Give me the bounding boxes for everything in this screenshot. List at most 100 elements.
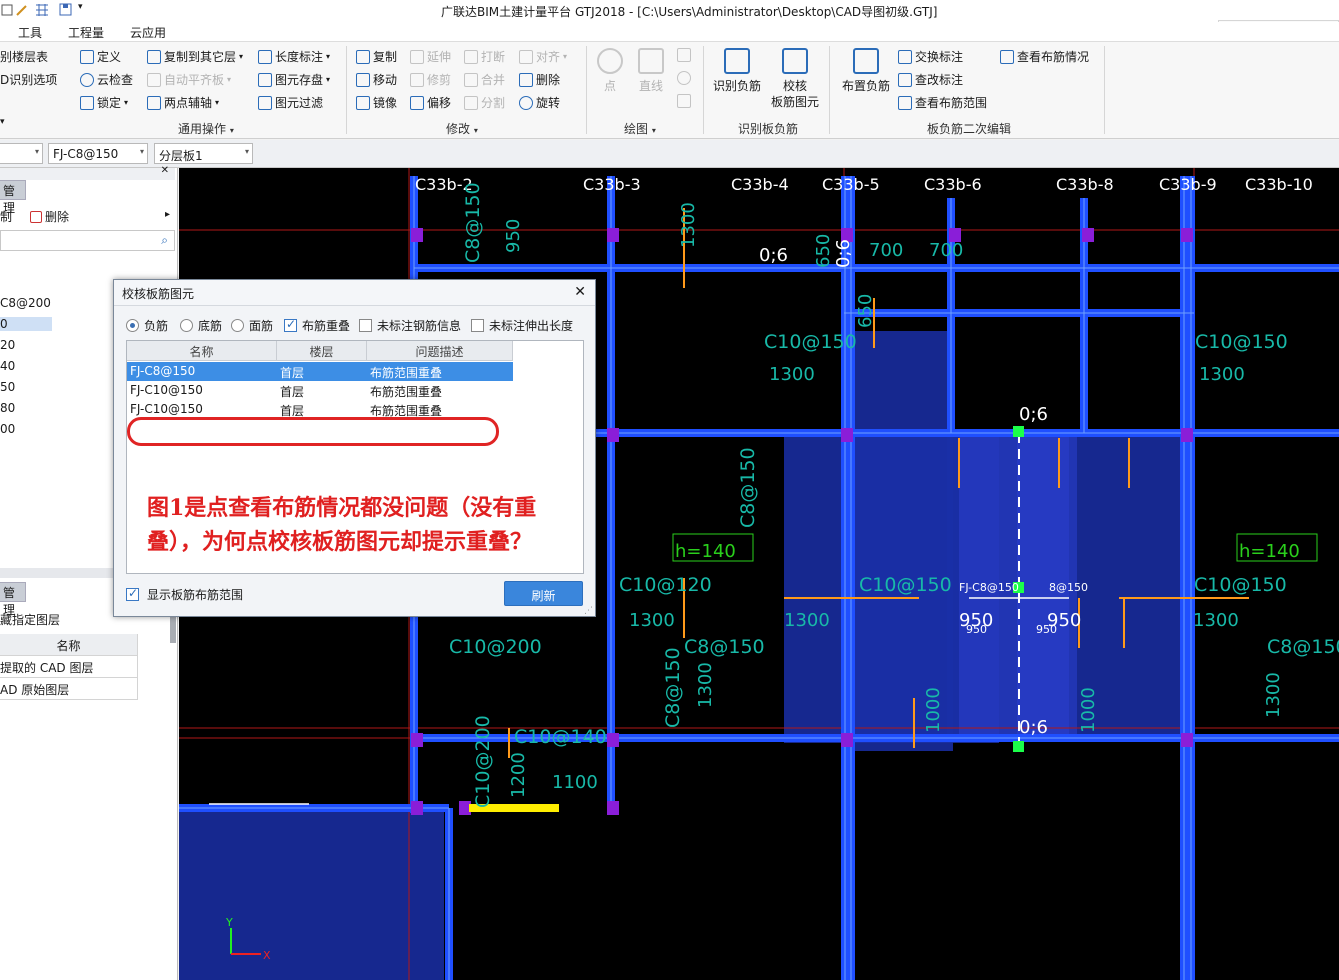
offset-button[interactable]: 偏移: [410, 94, 451, 111]
modify-group-label[interactable]: 修改 ▾: [446, 120, 478, 137]
construction-list-tab[interactable]: 管理: [0, 180, 26, 215]
pencil-icon[interactable]: [14, 2, 30, 18]
copy-construction-label: 制: [0, 210, 13, 224]
refresh-button[interactable]: 刷新: [504, 581, 583, 606]
grid-icon[interactable]: [34, 2, 50, 18]
layer-grid-row[interactable]: 提取的 CAD 图层: [0, 656, 138, 678]
cad-label: 700: [929, 240, 963, 261]
bottom-radio[interactable]: 底筋: [180, 317, 222, 334]
table-row[interactable]: FJ-C8@150 首层 布筋范围重叠: [127, 362, 513, 381]
define-button[interactable]: 定义: [80, 48, 121, 65]
cad-label: 950: [1036, 623, 1057, 636]
column-header-name[interactable]: 名称: [127, 341, 277, 361]
auto-level-button[interactable]: 自动平齐板 ▾: [147, 71, 231, 88]
break-button[interactable]: 打断: [464, 48, 505, 65]
place-neg-button[interactable]: 布置负筋: [838, 48, 894, 94]
check-rebar-button[interactable]: 校核 板筋图元: [769, 48, 821, 110]
arc-icon[interactable]: [677, 48, 691, 62]
rect-icon[interactable]: [677, 94, 691, 108]
rotate-button[interactable]: 旋转: [519, 94, 560, 111]
move-icon: [356, 72, 370, 87]
column-header-issue[interactable]: 问题描述: [367, 341, 513, 361]
lock-button[interactable]: 锁定 ▾: [80, 94, 128, 111]
unmarked-info-checkbox[interactable]: 未标注钢筋信息: [359, 317, 461, 334]
cad-label: 1200: [508, 752, 529, 798]
identify-neg-button[interactable]: 识别负筋: [711, 48, 763, 94]
quick-access-dropdown-icon[interactable]: ▾: [78, 2, 94, 18]
circle-icon[interactable]: [677, 71, 691, 85]
construction-list-item[interactable]: 80: [0, 401, 15, 415]
cad-options-button[interactable]: D识别选项: [0, 71, 57, 88]
axis-label: C33b-5: [822, 175, 880, 194]
layer-grid-row[interactable]: AD 原始图层: [0, 678, 138, 700]
layer-table-button[interactable]: 别楼层表: [0, 48, 48, 65]
show-range-checkbox[interactable]: 显示板筋布筋范围: [126, 586, 243, 603]
move-button[interactable]: 移动: [356, 71, 397, 88]
copy-to-other-icon: [147, 49, 161, 64]
close-icon[interactable]: ✕: [161, 165, 169, 176]
table-row[interactable]: FJ-C10@150 首层 布筋范围重叠: [127, 381, 513, 400]
trim-button[interactable]: 修剪: [410, 71, 451, 88]
cloud-check-button[interactable]: 云检查: [80, 71, 133, 88]
table-cell-floor: 首层: [280, 366, 305, 380]
split-button[interactable]: 分割: [464, 94, 505, 111]
copy-construction-button[interactable]: 制: [0, 208, 12, 225]
delete-construction-button[interactable]: 删除: [30, 208, 69, 225]
copy-button[interactable]: 复制: [356, 48, 397, 65]
hide-layer-button[interactable]: 藏指定图层: [0, 611, 60, 628]
resize-grip-icon[interactable]: ⋰: [584, 606, 593, 616]
menu-quantity[interactable]: 工程量: [68, 24, 104, 41]
collapse-icon[interactable]: ▾: [0, 117, 5, 127]
column-header-floor[interactable]: 楼层: [277, 341, 367, 361]
layer-manage-tab[interactable]: 管理: [0, 582, 26, 617]
column-header-label: 楼层: [309, 345, 334, 359]
construction-search-input[interactable]: ⌕: [0, 230, 175, 251]
unmarked-ext-checkbox[interactable]: 未标注伸出长度: [471, 317, 573, 334]
construction-list-item[interactable]: 40: [0, 359, 15, 373]
common-group-label[interactable]: 通用操作 ▾: [178, 120, 234, 137]
copy-to-other-button[interactable]: 复制到其它层 ▾: [147, 48, 243, 65]
construction-list-item[interactable]: 50: [0, 380, 15, 394]
construction-list-item[interactable]: 0: [0, 317, 52, 331]
point-button[interactable]: 点: [596, 48, 624, 94]
change-mark-button[interactable]: 查改标注: [898, 71, 963, 88]
table-cell-floor: 首层: [280, 385, 305, 399]
overlap-checkbox[interactable]: 布筋重叠: [284, 317, 350, 334]
slab-layer-combo[interactable]: 分层板1 ▾: [154, 143, 253, 164]
menu-tools[interactable]: 工具: [18, 24, 42, 41]
copy-icon: [356, 49, 370, 64]
close-icon[interactable]: ✕: [574, 284, 586, 300]
view-range-button[interactable]: 查看布筋范围: [898, 94, 987, 111]
menu-cloud[interactable]: 云应用: [130, 24, 166, 41]
extend-button[interactable]: 延伸: [410, 48, 451, 65]
type-combo[interactable]: ▾: [0, 143, 43, 164]
cad-label: 650: [813, 234, 834, 268]
construction-list-item[interactable]: 00: [0, 422, 15, 436]
construction-list-item[interactable]: C8@200: [0, 296, 51, 310]
column: [411, 733, 423, 747]
merge-button[interactable]: 合并: [464, 71, 505, 88]
two-point-axis-button[interactable]: 两点辅轴 ▾: [147, 94, 219, 111]
dialog-title-bar[interactable]: 校核板筋图元: [114, 280, 595, 306]
delete-button[interactable]: 删除: [519, 71, 560, 88]
table-row[interactable]: FJ-C10@150 首层 布筋范围重叠: [127, 400, 513, 419]
draw-group-label[interactable]: 绘图 ▾: [624, 120, 656, 137]
extend-icon: [410, 49, 424, 64]
two-point-axis-icon: [147, 95, 161, 110]
swap-mark-button[interactable]: 交换标注: [898, 48, 963, 65]
length-mark-button[interactable]: 长度标注 ▾: [258, 48, 330, 65]
save-elements-button[interactable]: 图元存盘 ▾: [258, 71, 330, 88]
construction-list-item[interactable]: 20: [0, 338, 15, 352]
filter-button[interactable]: 图元过滤: [258, 94, 323, 111]
mirror-button[interactable]: 镜像: [356, 94, 397, 111]
face-radio[interactable]: 面筋: [231, 317, 273, 334]
save-icon[interactable]: [58, 2, 74, 18]
view-layout-button[interactable]: 查看布筋情况: [1000, 48, 1089, 65]
cad-label: C8@150: [737, 447, 759, 528]
neg-radio[interactable]: 负筋: [126, 317, 168, 334]
cad-label: 1000: [1078, 687, 1099, 733]
align-button[interactable]: 对齐 ▾: [519, 48, 567, 65]
element-combo[interactable]: FJ-C8@150 ▾: [48, 143, 148, 164]
line-button[interactable]: 直线: [636, 48, 666, 94]
expand-icon[interactable]: ▸: [165, 209, 170, 220]
